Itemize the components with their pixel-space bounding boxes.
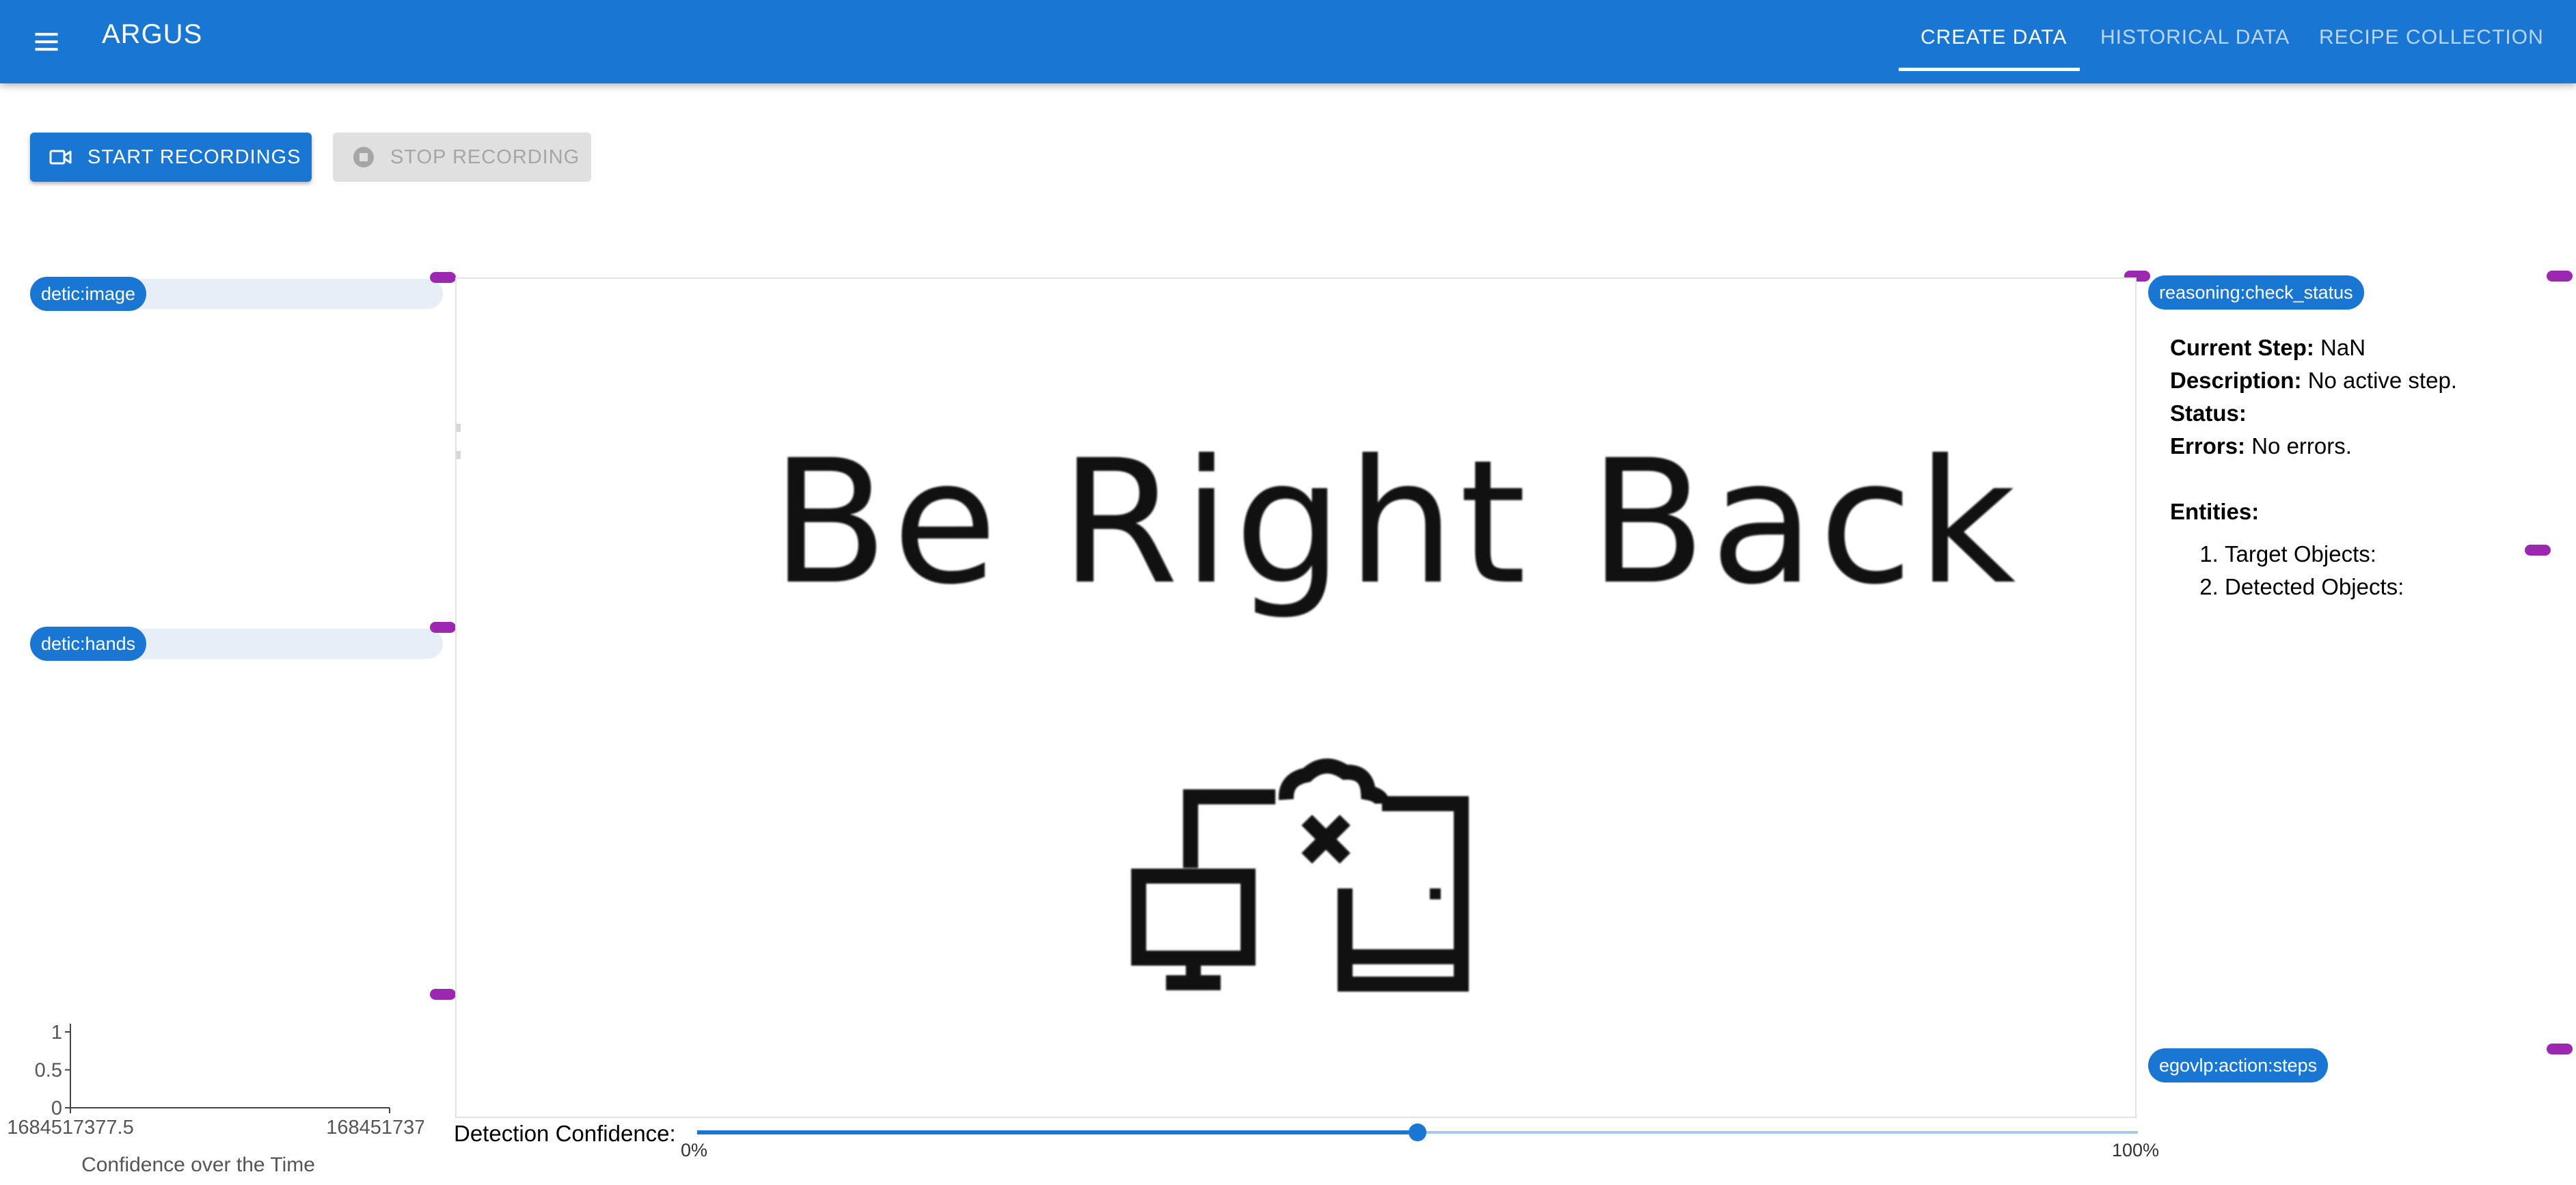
slider-min-label: 0% [681,1140,708,1160]
entity-item: Target Objects: [2225,538,2457,571]
resize-handle[interactable] [430,989,456,1000]
entities-list: Target Objects: Detected Objects: [2170,538,2457,603]
detection-confidence-slider-thumb[interactable] [1409,1123,1426,1141]
entity-item: Detected Objects: [2225,571,2457,603]
errors-value: No errors. [2251,433,2352,459]
resize-handle[interactable] [430,622,456,633]
menu-icon[interactable] [31,27,62,57]
errors-row: Errors: No errors. [2170,430,2457,463]
app-title: ARGUS [102,19,203,49]
start-recordings-button[interactable]: START RECORDINGS [30,133,312,182]
stop-recording-label: STOP RECORDING [390,146,580,168]
resize-handle[interactable] [2547,1044,2573,1054]
entities-label: Entities: [2170,499,2260,524]
current-step-label: Current Step: [2170,335,2314,360]
current-step-value: NaN [2320,335,2366,360]
chart-title: Confidence over the Time [81,1154,315,1176]
y-tick-label: 0.5 [35,1060,62,1082]
x-tick-label: 1684517377.5 [7,1117,133,1139]
stop-recording-button[interactable]: STOP RECORDING [333,133,591,182]
detic-hands-chip[interactable]: detic:hands [30,627,147,661]
status-row: Status: [2170,397,2457,430]
detection-confidence-label: Detection Confidence: [454,1121,676,1146]
detic-image-chip[interactable]: detic:image [30,277,147,311]
current-step-row: Current Step: NaN [2170,331,2457,364]
video-camera-icon [49,150,72,165]
status-label: Status: [2170,400,2247,426]
panel-grip[interactable] [457,424,462,459]
disconnected-devices-icon [1131,758,1469,992]
resize-handle[interactable] [2547,271,2573,282]
chart-ticks: 00.511684517377.51684517377.5 [7,1022,424,1139]
resize-handle[interactable] [430,272,456,283]
errors-label: Errors: [2170,433,2246,459]
stop-circle-icon [353,147,374,167]
status-info-panel: Current Step: NaN Description: No active… [2170,331,2457,603]
start-recordings-label: START RECORDINGS [87,146,301,168]
description-label: Description: [2170,368,2302,393]
slider-max-label: 100% [2112,1140,2160,1160]
tab-create-data[interactable]: CREATE DATA [1921,26,2067,49]
tab-recipe-collection[interactable]: RECIPE COLLECTION [2319,26,2544,49]
reasoning-check-status-chip[interactable]: reasoning:check_status [2148,275,2364,310]
x-tick-label: 1684517377.5 [326,1117,424,1139]
confidence-chart: 00.511684517377.51684517377.5 Confidence… [7,1022,424,1176]
app-bar: ARGUS CREATE DATA HISTORICAL DATA RECIPE… [0,0,2576,83]
y-tick-label: 1 [51,1022,62,1044]
description-row: Description: No active step. [2170,364,2457,397]
egovlp-action-steps-chip[interactable]: egovlp:action:steps [2148,1048,2329,1082]
resize-handle[interactable] [2525,545,2551,556]
entities-row: Entities: [2170,495,2457,528]
description-value: No active step. [2307,368,2457,393]
tab-historical-data[interactable]: HISTORICAL DATA [2100,26,2290,49]
active-tab-indicator [1899,68,2080,71]
be-right-back-text: Be Right Back [771,423,2020,622]
slider-fill [697,1130,1418,1134]
